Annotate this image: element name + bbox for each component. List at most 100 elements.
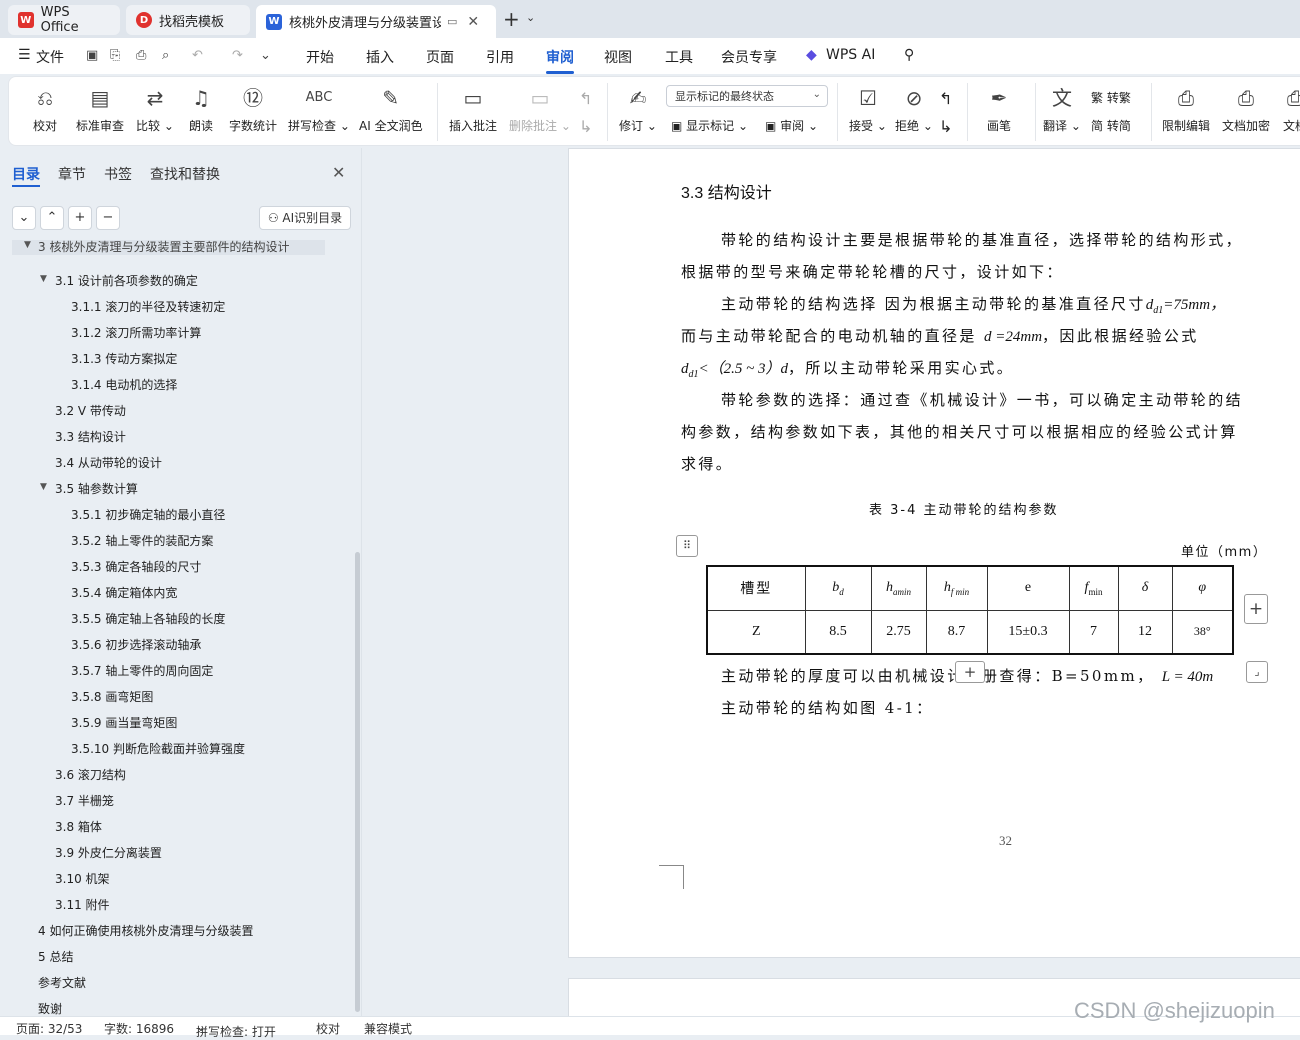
to-traditional-button[interactable]: 繁 转繁 (1091, 89, 1131, 106)
expand-toggle-icon[interactable]: ▼ (40, 482, 47, 492)
toc-item[interactable]: 3.5.10 判断危险截面并验算强度 (71, 740, 245, 757)
menu-file[interactable]: 文件 (36, 47, 64, 67)
nav-tab-sections[interactable]: 章节 (58, 164, 86, 184)
prev-change-icon[interactable]: ↰ (939, 89, 952, 108)
next-comment-icon[interactable]: ↳ (579, 117, 592, 136)
toc-item[interactable]: 3.1.2 滚刀所需功率计算 (71, 324, 201, 341)
save-icon[interactable]: ▣ (86, 48, 98, 63)
reject-button[interactable]: ⊘ 拒绝 ⌄ (895, 83, 933, 134)
chevron-down-icon[interactable]: ⌄ (526, 11, 535, 24)
insert-comment-button[interactable]: ▭ 插入批注 (449, 83, 497, 134)
table-header-cell[interactable]: hamin (870, 565, 927, 611)
menu-view[interactable]: 视图 (604, 47, 632, 67)
table-header-cell[interactable]: φ (1171, 565, 1234, 611)
menu-insert[interactable]: 插入 (366, 47, 394, 67)
expand-down-button[interactable]: ⌄ (12, 206, 36, 230)
accept-button[interactable]: ☑ 接受 ⌄ (849, 83, 887, 134)
toc-item[interactable]: 3.5.1 初步确定轴的最小直径 (71, 506, 225, 523)
toc-item[interactable]: 3.3 结构设计 (55, 428, 126, 445)
table-cell[interactable]: Z (706, 609, 806, 655)
toc-item[interactable]: ▼ 3.5 轴参数计算 (40, 480, 138, 497)
toc-item[interactable]: 3.10 机架 (55, 870, 110, 887)
status-page[interactable]: 页面: 32/53 (16, 1020, 82, 1037)
table-header-cell[interactable]: bd (804, 565, 872, 611)
toc-item[interactable]: 3.5.9 画当量弯矩图 (71, 714, 177, 731)
toc-item[interactable]: 3.1.3 传动方案拟定 (71, 350, 177, 367)
prev-comment-icon[interactable]: ↰ (579, 89, 592, 108)
close-tab-icon[interactable]: ✕ (467, 14, 479, 30)
toc-item[interactable]: 3.7 半栅笼 (55, 792, 114, 809)
toc-item[interactable]: 3.5.4 确定箱体内宽 (71, 584, 177, 601)
tab-document[interactable]: W 核桃外皮清理与分级装置设计 ▭ ✕ (256, 5, 496, 38)
markup-state-select[interactable]: 显示标记的最终状态 ⌄ (666, 85, 828, 107)
table-cell[interactable]: 8.7 (925, 609, 988, 655)
read-aloud-button[interactable]: ♫ 朗读 (189, 83, 213, 134)
menu-review[interactable]: 审阅 (546, 47, 574, 67)
toc-item[interactable]: 3.5.8 画弯矩图 (71, 688, 153, 705)
standard-review-button[interactable]: ▤ 标准审查 (76, 83, 124, 134)
menu-member[interactable]: 会员专享 (721, 47, 777, 67)
add-heading-button[interactable]: + (68, 206, 92, 230)
table-header-cell[interactable]: 槽型 (706, 565, 806, 611)
to-simplified-button[interactable]: 简 转简 (1091, 117, 1131, 134)
menu-home[interactable]: 开始 (306, 47, 334, 67)
translate-button[interactable]: 文翻译 ⌄ (1043, 83, 1081, 134)
status-proofread[interactable]: 校对 (316, 1020, 340, 1037)
toc-item[interactable]: 3.6 滚刀结构 (55, 766, 126, 783)
spell-check-button[interactable]: ABC 拼写检查 ⌄ (288, 83, 350, 134)
menu-tools[interactable]: 工具 (665, 47, 693, 67)
toc-item[interactable]: 3.5.7 轴上零件的周向固定 (71, 662, 213, 679)
expand-toggle-icon[interactable]: ▼ (40, 274, 47, 284)
redo-icon[interactable]: ↷ (232, 48, 243, 63)
status-spell-check[interactable]: 拼写检查: 打开 ⌄ (196, 1020, 276, 1039)
toc-item[interactable]: 3.5.2 轴上零件的装配方案 (71, 532, 213, 549)
toc-item[interactable]: 3.11 附件 (55, 896, 110, 913)
toc-item[interactable]: ▼ 3.1 设计前各项参数的确定 (40, 272, 198, 289)
toc-item[interactable]: 4 如何正确使用核桃外皮清理与分级装置 (38, 922, 253, 939)
toc-item[interactable]: 3.2 V 带传动 (55, 402, 126, 419)
table-header-cell[interactable]: hf min (925, 565, 988, 611)
add-column-button[interactable]: + (1244, 594, 1268, 624)
menu-page[interactable]: 页面 (426, 47, 454, 67)
menu-wps-ai[interactable]: WPS AI (826, 47, 875, 63)
table-cell[interactable]: 8.5 (804, 609, 872, 655)
toc-item[interactable]: 3.5.3 确定各轴段的尺寸 (71, 558, 201, 575)
proofread-button[interactable]: ⎌ 校对 (33, 83, 57, 134)
table-header-cell[interactable]: δ (1117, 565, 1173, 611)
delete-comment-button[interactable]: ▭ 删除批注 ⌄ (509, 83, 571, 134)
toc-item[interactable]: 3.4 从动带轮的设计 (55, 454, 162, 471)
table-header-cell[interactable]: fmin (1068, 565, 1119, 611)
toc-item[interactable]: 3.5.5 确定轴上各轴段的长度 (71, 610, 225, 627)
menu-references[interactable]: 引用 (486, 47, 514, 67)
doc-encrypt-button[interactable]: ⎙ 文档加密 (1222, 83, 1270, 134)
toc-item[interactable]: 5 总结 (38, 948, 73, 965)
export-icon[interactable]: ⎘ (110, 48, 120, 63)
toc-item[interactable]: 3.5.6 初步选择滚动轴承 (71, 636, 201, 653)
table-cell[interactable]: 38° (1171, 609, 1234, 655)
add-row-button[interactable]: + (955, 661, 985, 683)
undo-icon[interactable]: ↶ (192, 48, 203, 63)
table-cell[interactable]: 15±0.3 (986, 609, 1070, 655)
toc-item[interactable]: 参考文献 (38, 974, 86, 991)
revise-button[interactable]: ✍ 修订 ⌄ (619, 83, 657, 134)
toc-item[interactable]: 致谢 (38, 1000, 62, 1016)
quick-more-icon[interactable]: ⌄ (260, 48, 271, 63)
table-cell[interactable]: 12 (1117, 609, 1173, 655)
toc-item[interactable]: 3.1.4 电动机的选择 (71, 376, 177, 393)
table-cell[interactable]: 7 (1068, 609, 1119, 655)
document-page[interactable]: 3.3 结构设计 带轮的结构设计主要是根据带轮的基准直径，选择带轮的结构形式， … (568, 148, 1300, 958)
nav-tab-bookmarks[interactable]: 书签 (104, 164, 132, 184)
document-area[interactable]: 3.3 结构设计 带轮的结构设计主要是根据带轮的基准直径，选择带轮的结构形式， … (363, 148, 1300, 1016)
print-icon[interactable]: ⎙ (136, 48, 146, 63)
compare-button[interactable]: ⇄ 比较 ⌄ (136, 83, 174, 134)
ai-toc-button[interactable]: ⚇ AI识别目录 (259, 206, 351, 230)
new-tab-button[interactable]: + (503, 8, 520, 30)
tab-docer-templates[interactable]: D 找稻壳模板 (126, 5, 250, 35)
tab-wps-office[interactable]: W WPS Office (8, 5, 120, 35)
table-cell[interactable]: 2.75 (870, 609, 927, 655)
next-change-icon[interactable]: ↳ (939, 117, 952, 136)
show-markup-button[interactable]: ▣ 显示标记 ⌄ (671, 117, 748, 134)
doc-more-button[interactable]: ⎙ 文档 (1283, 83, 1300, 134)
table-move-handle-icon[interactable]: ⠿ (676, 535, 698, 557)
review-pane-button[interactable]: ▣ 审阅 ⌄ (765, 117, 818, 134)
